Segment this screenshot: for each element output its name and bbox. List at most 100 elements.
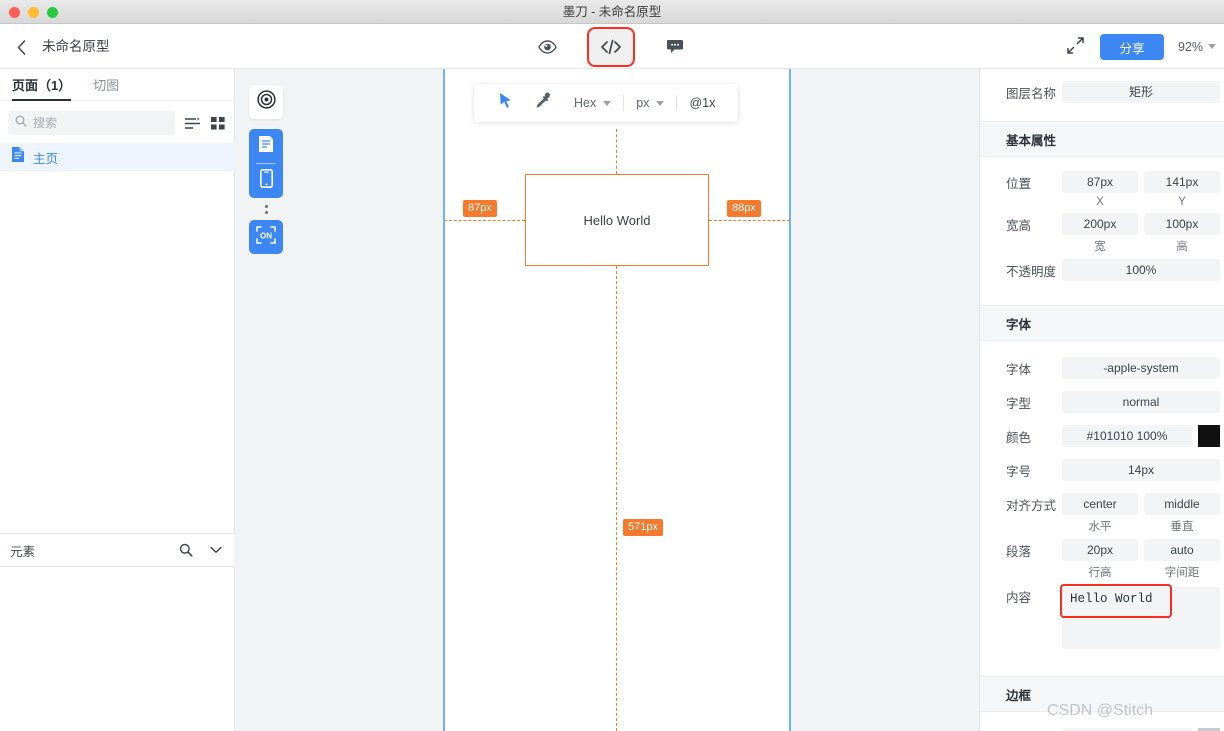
section-header-basic: 基本属性 (980, 121, 1224, 157)
measurement-badge-left: 87px (463, 200, 497, 217)
device-tool-button[interactable] (249, 164, 283, 198)
comment-button[interactable] (653, 29, 697, 65)
expand-arrows-icon (1066, 37, 1084, 59)
page-list-item-home[interactable]: 主页 (0, 143, 235, 171)
measurement-badge-right: 88px (727, 200, 761, 217)
eyedropper-tool[interactable] (524, 84, 562, 122)
line-height-sublabel: 行高 (1088, 567, 1112, 579)
size-height-sublabel: 高 (1176, 241, 1188, 253)
grid-icon[interactable] (209, 114, 227, 132)
qr-tool-button[interactable]: ON (249, 220, 283, 254)
artboard-guide-right (789, 69, 791, 731)
unit-selector[interactable]: px (624, 96, 676, 110)
fullscreen-expand-button[interactable] (1064, 37, 1086, 59)
molu-prototype-app: 墨刀 - 未命名原型 未命名原型 分享 92% 页面（1） 切图 搜索 主页 元… (0, 0, 1224, 731)
position-x-field[interactable]: 87px (1062, 171, 1138, 193)
font-style-label: 字型 (1006, 396, 1032, 411)
opacity-field[interactable]: 100% (1062, 259, 1220, 281)
paragraph-row: 段落 20px auto (980, 537, 1224, 563)
left-panel-tabs: 页面（1） 切图 (0, 69, 235, 101)
letter-spacing-field[interactable]: auto (1144, 539, 1220, 561)
document-title: 未命名原型 (42, 39, 110, 54)
share-button[interactable]: 分享 (1100, 34, 1164, 60)
size-height-field[interactable]: 100px (1144, 213, 1220, 235)
tab-pages[interactable]: 页面（1） (12, 75, 72, 101)
preview-eye-button[interactable] (525, 29, 569, 65)
more-dots-icon[interactable] (249, 198, 283, 220)
target-icon (256, 90, 276, 114)
chevron-down-icon (1208, 44, 1216, 49)
position-sublabels: X Y (980, 195, 1224, 211)
section-header-border: 边框 (980, 676, 1224, 712)
sort-icon[interactable] (183, 114, 201, 132)
position-x-sublabel: X (1096, 196, 1104, 208)
align-vertical-sublabel: 垂直 (1170, 521, 1194, 533)
font-color-row: 颜色 #101010 100% (980, 423, 1224, 449)
chevron-down-icon (603, 100, 612, 106)
measurement-badge-bottom: 571px (623, 519, 663, 536)
layer-name-value[interactable]: 矩形 (1062, 81, 1220, 103)
page-search-box[interactable] (8, 111, 175, 135)
right-properties-panel: 图层名称 矩形 基本属性 位置 87px 141px X Y 宽高 200px … (979, 69, 1224, 731)
page-search-input[interactable] (33, 116, 168, 130)
left-panel: 页面（1） 切图 搜索 主页 元素 (0, 69, 235, 731)
artboard (444, 69, 790, 731)
on-qr-icon: ON (255, 225, 277, 250)
inspect-code-button[interactable] (587, 26, 635, 67)
font-family-field[interactable]: -apple-system (1062, 357, 1220, 379)
paragraph-sublabels: 行高 字间距 (980, 563, 1224, 583)
section-header-font: 字体 (980, 305, 1224, 341)
chevron-down-icon (656, 100, 665, 106)
position-y-sublabel: Y (1178, 196, 1186, 208)
line-height-field[interactable]: 20px (1062, 539, 1138, 561)
target-tool-button[interactable] (249, 85, 283, 119)
canvas-area[interactable]: CSD (235, 69, 979, 731)
content-row: 内容 Hello World (980, 583, 1224, 654)
left-panel-search-row (0, 109, 235, 137)
window-titlebar: 墨刀 - 未命名原型 (0, 0, 1224, 24)
inspect-float-toolbar: Hex px @1x (474, 84, 738, 122)
font-style-field[interactable]: normal (1062, 391, 1220, 413)
svg-text:ON: ON (260, 231, 272, 240)
font-size-field[interactable]: 14px (1062, 459, 1220, 481)
position-row: 位置 87px 141px (980, 169, 1224, 195)
back-chevron-icon[interactable] (10, 36, 32, 58)
tab-slices[interactable]: 切图 (93, 75, 119, 100)
position-label: 位置 (1006, 176, 1032, 191)
size-sublabels: 宽 高 (980, 237, 1224, 257)
guide-dashed-right (709, 220, 790, 221)
content-textarea[interactable]: Hello World (1062, 587, 1220, 649)
cursor-arrow-tool[interactable] (488, 84, 524, 122)
selected-rectangle[interactable]: Hello World (525, 174, 709, 266)
zoom-level-value: 92% (1177, 39, 1203, 54)
align-vertical-field[interactable]: middle (1144, 493, 1220, 515)
font-color-swatch[interactable] (1198, 425, 1220, 447)
color-format-selector[interactable]: Hex (562, 96, 623, 110)
font-family-label: 字体 (1006, 362, 1032, 377)
canvas-vertical-toolbar: ON (249, 85, 283, 254)
align-horizontal-field[interactable]: center (1062, 493, 1138, 515)
font-color-field[interactable]: #101010 100% (1062, 425, 1192, 447)
elements-chevron-down-icon[interactable] (207, 541, 225, 559)
zoom-level-selector[interactable]: 92% (1178, 24, 1216, 69)
size-width-field[interactable]: 200px (1062, 213, 1138, 235)
notes-tool-button[interactable] (249, 129, 283, 163)
unit-value: px (636, 96, 650, 110)
comment-icon (666, 39, 684, 54)
elements-search-icon[interactable] (177, 541, 195, 559)
position-y-field[interactable]: 141px (1144, 171, 1220, 193)
size-row: 宽高 200px 100px (980, 211, 1224, 237)
color-format-value: Hex (574, 96, 597, 110)
scale-value[interactable]: @1x (677, 96, 723, 110)
align-row: 对齐方式 center middle (980, 491, 1224, 517)
font-family-row: 字体 -apple-system (980, 355, 1224, 381)
layer-name-label: 图层名称 (1006, 86, 1057, 101)
layer-name-row: 图层名称 矩形 (980, 69, 1224, 103)
guide-dashed-left (444, 220, 525, 221)
letter-spacing-sublabel: 字间距 (1164, 567, 1200, 579)
font-style-row: 字型 normal (980, 389, 1224, 415)
opacity-label: 不透明度 (1006, 264, 1057, 279)
canvas-tool-group (249, 129, 283, 198)
artboard-guide-left (443, 69, 445, 731)
document-icon (258, 135, 274, 158)
